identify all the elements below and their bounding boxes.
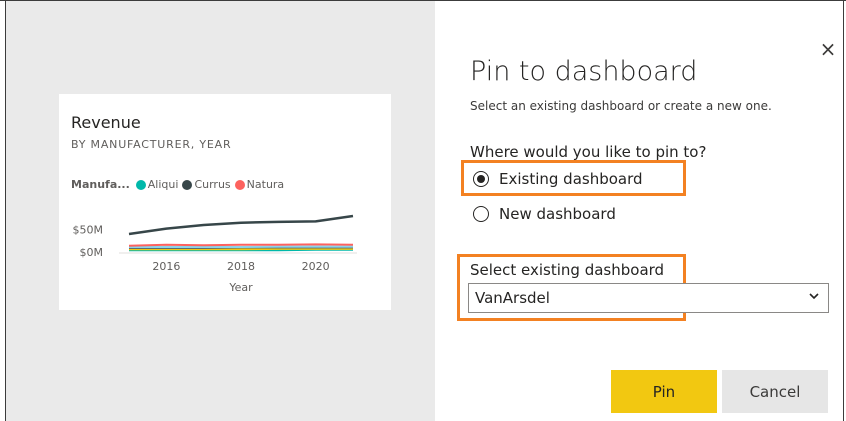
legend-dot-icon bbox=[135, 179, 146, 190]
dialog-subtitle: Select an existing dashboard or create a… bbox=[470, 99, 772, 113]
legend-title: Manufa... bbox=[71, 178, 130, 191]
chevron-down-icon bbox=[809, 293, 819, 300]
window-right-border bbox=[843, 0, 844, 421]
card-subtitle: BY MANUFACTURER, YEAR bbox=[71, 138, 232, 151]
select-value: VanArsdel bbox=[475, 289, 550, 307]
x-tick-label: 2018 bbox=[227, 260, 255, 273]
radio-label: Existing dashboard bbox=[499, 170, 643, 188]
radio-existing-dashboard[interactable]: Existing dashboard bbox=[473, 170, 643, 188]
legend-dot-icon bbox=[182, 179, 193, 190]
close-icon[interactable]: × bbox=[818, 38, 838, 60]
legend-item-currus: Currus bbox=[182, 178, 231, 191]
radio-label: New dashboard bbox=[499, 205, 616, 223]
radio-unchecked-icon bbox=[473, 206, 489, 222]
pin-location-question: Where would you like to pin to? bbox=[470, 143, 707, 161]
x-axis-title: Year bbox=[228, 281, 253, 294]
radio-checked-icon bbox=[473, 171, 489, 187]
y-tick-label: $50M bbox=[73, 224, 104, 237]
select-dashboard-label: Select existing dashboard bbox=[470, 261, 665, 279]
revenue-visual-card: Revenue BY MANUFACTURER, YEAR Manufa... … bbox=[59, 94, 391, 310]
series-line-currus bbox=[128, 214, 354, 236]
cancel-button[interactable]: Cancel bbox=[722, 370, 828, 413]
x-tick-label: 2016 bbox=[152, 260, 180, 273]
series-line-natura bbox=[128, 243, 354, 247]
revenue-line-chart: $0M $50M 2016 2018 2020 Year bbox=[73, 214, 357, 294]
legend-label: Aliqui bbox=[147, 178, 179, 191]
y-tick-label: $0M bbox=[80, 246, 104, 259]
pin-button[interactable]: Pin bbox=[611, 370, 717, 413]
legend-label: Currus bbox=[194, 178, 231, 191]
x-tick-label: 2020 bbox=[302, 260, 330, 273]
card-title: Revenue bbox=[71, 113, 141, 132]
legend-item-aliqui: Aliqui bbox=[135, 178, 179, 191]
chart-legend: Manufa... Aliqui Currus Natura bbox=[71, 178, 288, 191]
legend-dot-icon bbox=[234, 179, 245, 190]
legend-item-natura: Natura bbox=[234, 178, 285, 191]
dialog-title: Pin to dashboard bbox=[470, 56, 698, 87]
legend-label: Natura bbox=[246, 178, 285, 191]
dashboard-select[interactable]: VanArsdel bbox=[468, 283, 829, 313]
radio-new-dashboard[interactable]: New dashboard bbox=[473, 205, 616, 223]
